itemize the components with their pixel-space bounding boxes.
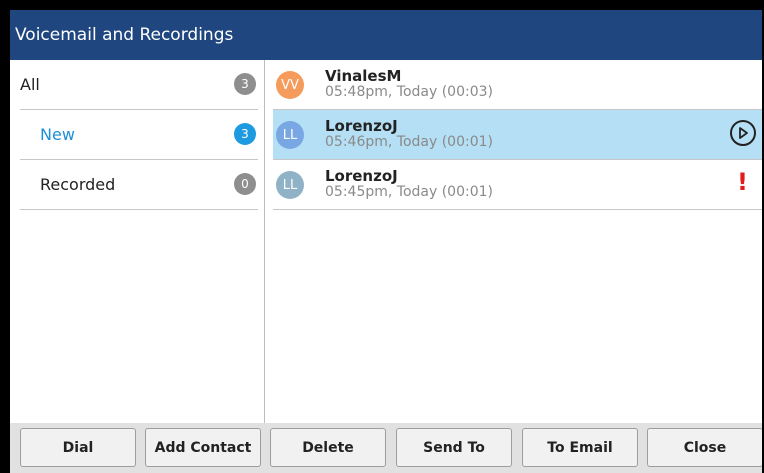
dial-button[interactable]: Dial bbox=[20, 428, 136, 467]
message-list: VV VinalesM 05:48pm, Today (00:03) LL Lo… bbox=[265, 60, 762, 423]
caller-name: LorenzoJ bbox=[325, 117, 398, 135]
message-time: 05:45pm, Today (00:01) bbox=[325, 184, 493, 200]
window-title: Voicemail and Recordings bbox=[15, 25, 234, 45]
category-label: All bbox=[20, 75, 40, 94]
softkey-bar: Dial Add Contact Delete Send To To Email… bbox=[10, 423, 762, 473]
message-row-selected[interactable]: LL LorenzoJ 05:46pm, Today (00:01) bbox=[273, 110, 762, 160]
title-bar: Voicemail and Recordings bbox=[10, 10, 762, 60]
caller-name: LorenzoJ bbox=[325, 167, 398, 185]
category-label: New bbox=[40, 125, 75, 144]
message-row[interactable]: LL LorenzoJ 05:45pm, Today (00:01) ! bbox=[273, 160, 762, 210]
count-badge: 3 bbox=[234, 123, 256, 145]
avatar: VV bbox=[276, 71, 304, 99]
avatar: LL bbox=[276, 171, 304, 199]
add-contact-button[interactable]: Add Contact bbox=[145, 428, 261, 467]
category-new[interactable]: New 3 bbox=[20, 110, 258, 160]
caller-name: VinalesM bbox=[325, 67, 402, 85]
message-time: 05:48pm, Today (00:03) bbox=[325, 84, 493, 100]
category-all[interactable]: All 3 bbox=[20, 60, 258, 110]
delete-button[interactable]: Delete bbox=[270, 428, 386, 467]
to-email-button[interactable]: To Email bbox=[522, 428, 638, 467]
play-icon[interactable] bbox=[730, 120, 756, 146]
close-button[interactable]: Close bbox=[647, 428, 762, 467]
avatar: LL bbox=[276, 121, 304, 149]
voicemail-window: Voicemail and Recordings All 3 New 3 Rec… bbox=[10, 10, 762, 473]
message-time: 05:46pm, Today (00:01) bbox=[325, 134, 493, 150]
category-list: All 3 New 3 Recorded 0 bbox=[10, 60, 265, 423]
count-badge: 0 bbox=[234, 173, 256, 195]
message-row[interactable]: VV VinalesM 05:48pm, Today (00:03) bbox=[273, 60, 762, 110]
category-label: Recorded bbox=[40, 175, 116, 194]
count-badge: 3 bbox=[234, 73, 256, 95]
urgent-icon: ! bbox=[737, 168, 748, 196]
category-recorded[interactable]: Recorded 0 bbox=[20, 160, 258, 210]
send-to-button[interactable]: Send To bbox=[396, 428, 512, 467]
